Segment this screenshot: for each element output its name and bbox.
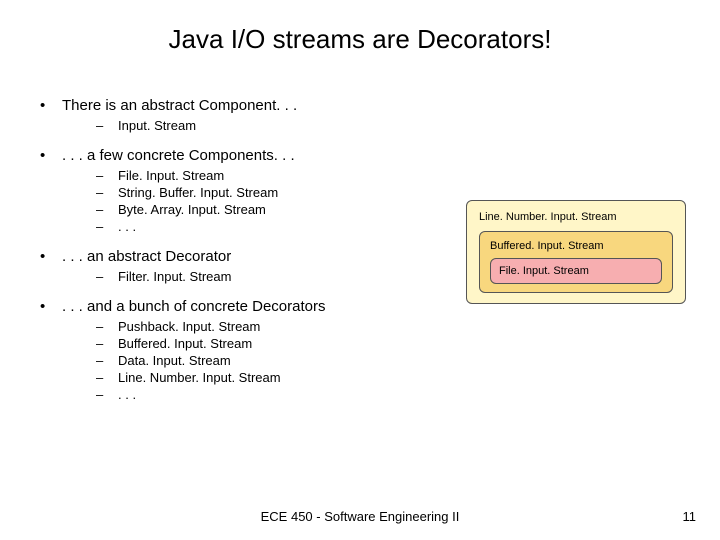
- sub-marker: –: [96, 219, 118, 234]
- sub-text: . . .: [118, 219, 136, 234]
- sub-item: –Pushback. Input. Stream: [96, 319, 720, 334]
- sub-marker: –: [96, 387, 118, 402]
- page-number: 11: [683, 509, 697, 524]
- sub-text: . . .: [118, 387, 136, 402]
- bullet-item: • There is an abstract Component. . .: [36, 97, 720, 114]
- sub-item: –Buffered. Input. Stream: [96, 336, 720, 351]
- outer-box: Line. Number. Input. Stream Buffered. In…: [466, 200, 686, 304]
- sub-list: –Pushback. Input. Stream –Buffered. Inpu…: [96, 319, 720, 402]
- decorator-diagram: Line. Number. Input. Stream Buffered. In…: [466, 200, 696, 304]
- slide-title: Java I/O streams are Decorators!: [0, 0, 720, 65]
- bullet-text: . . . and a bunch of concrete Decorators: [62, 298, 325, 315]
- sub-item: –File. Input. Stream: [96, 168, 720, 183]
- bullet-marker: •: [36, 97, 62, 114]
- sub-text: Filter. Input. Stream: [118, 269, 231, 284]
- sub-marker: –: [96, 185, 118, 200]
- sub-marker: –: [96, 118, 118, 133]
- bullet-text: . . . an abstract Decorator: [62, 248, 231, 265]
- sub-marker: –: [96, 353, 118, 368]
- sub-marker: –: [96, 370, 118, 385]
- sub-marker: –: [96, 202, 118, 217]
- bullet-marker: •: [36, 248, 62, 265]
- sub-item: –String. Buffer. Input. Stream: [96, 185, 720, 200]
- sub-text: File. Input. Stream: [118, 168, 224, 183]
- sub-marker: –: [96, 168, 118, 183]
- sub-text: Data. Input. Stream: [118, 353, 231, 368]
- sub-text: Pushback. Input. Stream: [118, 319, 260, 334]
- sub-item: –Line. Number. Input. Stream: [96, 370, 720, 385]
- mid-box: Buffered. Input. Stream File. Input. Str…: [479, 231, 673, 293]
- bullet-item: • . . . a few concrete Components. . .: [36, 147, 720, 164]
- sub-text: Input. Stream: [118, 118, 196, 133]
- bullet-marker: •: [36, 298, 62, 315]
- inner-box: File. Input. Stream: [490, 258, 662, 284]
- bullet-marker: •: [36, 147, 62, 164]
- sub-list: – Input. Stream: [96, 118, 720, 133]
- outer-label: Line. Number. Input. Stream: [479, 211, 673, 223]
- bullet-text: There is an abstract Component. . .: [62, 97, 297, 114]
- sub-text: Buffered. Input. Stream: [118, 336, 252, 351]
- sub-text: Byte. Array. Input. Stream: [118, 202, 266, 217]
- inner-label: File. Input. Stream: [499, 265, 589, 277]
- sub-text: String. Buffer. Input. Stream: [118, 185, 278, 200]
- sub-marker: –: [96, 336, 118, 351]
- sub-item: – Input. Stream: [96, 118, 720, 133]
- mid-label: Buffered. Input. Stream: [490, 240, 662, 252]
- sub-item: –Data. Input. Stream: [96, 353, 720, 368]
- bullet-text: . . . a few concrete Components. . .: [62, 147, 295, 164]
- sub-text: Line. Number. Input. Stream: [118, 370, 281, 385]
- sub-marker: –: [96, 269, 118, 284]
- footer-text: ECE 450 - Software Engineering II: [0, 509, 720, 524]
- sub-marker: –: [96, 319, 118, 334]
- sub-item: –. . .: [96, 387, 720, 402]
